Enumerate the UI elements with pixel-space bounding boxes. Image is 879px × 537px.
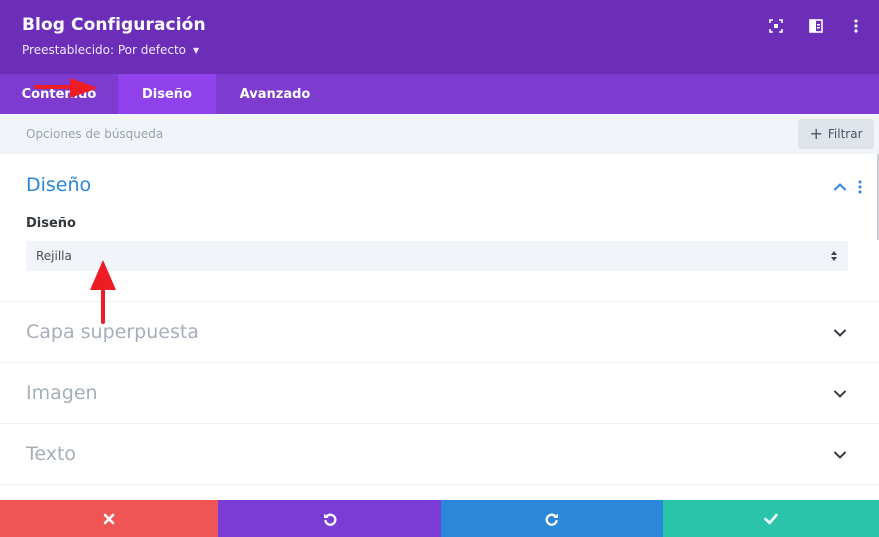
section-title: Texto xyxy=(26,443,77,465)
section-title: Capa superpuesta xyxy=(26,321,199,343)
focus-icon[interactable] xyxy=(767,17,785,35)
select-arrows-icon xyxy=(831,251,837,261)
module-settings-header: Blog Configuración Preestablecido: Por d… xyxy=(0,0,879,74)
tab-avanzado[interactable]: Avanzado xyxy=(216,74,334,114)
caret-down-icon: ▼ xyxy=(193,45,200,55)
redo-button[interactable] xyxy=(441,500,663,537)
layout-select[interactable]: Rejilla xyxy=(26,241,848,271)
check-icon xyxy=(764,513,778,524)
undo-icon xyxy=(323,513,336,526)
section-imagen[interactable]: Imagen xyxy=(0,363,879,424)
tab-contenido[interactable]: Contenido xyxy=(0,74,118,114)
cancel-button[interactable] xyxy=(0,500,218,537)
modal-title: Blog Configuración xyxy=(22,15,206,35)
field-label: Diseño xyxy=(26,216,76,231)
preset-selector[interactable]: Preestablecido: Por defecto ▼ xyxy=(22,43,199,57)
section-texto[interactable]: Texto xyxy=(0,424,879,485)
section-capa-superpuesta[interactable]: Capa superpuesta xyxy=(0,302,879,363)
section-title: Imagen xyxy=(26,382,98,404)
save-button[interactable] xyxy=(663,500,879,537)
search-options-bar[interactable]: Opciones de búsqueda xyxy=(0,114,879,154)
select-value: Rejilla xyxy=(36,249,72,263)
section-title[interactable]: Diseño xyxy=(26,174,91,196)
close-icon xyxy=(103,513,115,524)
chevron-up-icon[interactable] xyxy=(832,179,848,193)
split-view-icon[interactable] xyxy=(807,17,825,35)
action-bar xyxy=(0,500,879,537)
chevron-down-icon xyxy=(834,390,846,398)
redo-icon xyxy=(545,513,558,526)
search-input[interactable]: Opciones de búsqueda xyxy=(26,127,163,141)
tab-bar: Contenido Diseño Avanzado xyxy=(0,74,879,114)
chevron-down-icon xyxy=(834,329,846,337)
chevron-down-icon xyxy=(834,451,846,459)
more-vertical-icon[interactable] xyxy=(847,17,865,35)
section-menu-icon[interactable] xyxy=(858,179,866,194)
preset-label: Preestablecido: Por defecto xyxy=(22,43,187,57)
section-diseno: Diseño Diseño Rejilla xyxy=(0,154,879,302)
plus-icon: + xyxy=(809,123,823,143)
filter-label: Filtrar xyxy=(827,127,863,141)
tab-diseno[interactable]: Diseño xyxy=(118,74,216,114)
filter-button[interactable]: + Filtrar xyxy=(798,119,874,149)
undo-button[interactable] xyxy=(218,500,441,537)
